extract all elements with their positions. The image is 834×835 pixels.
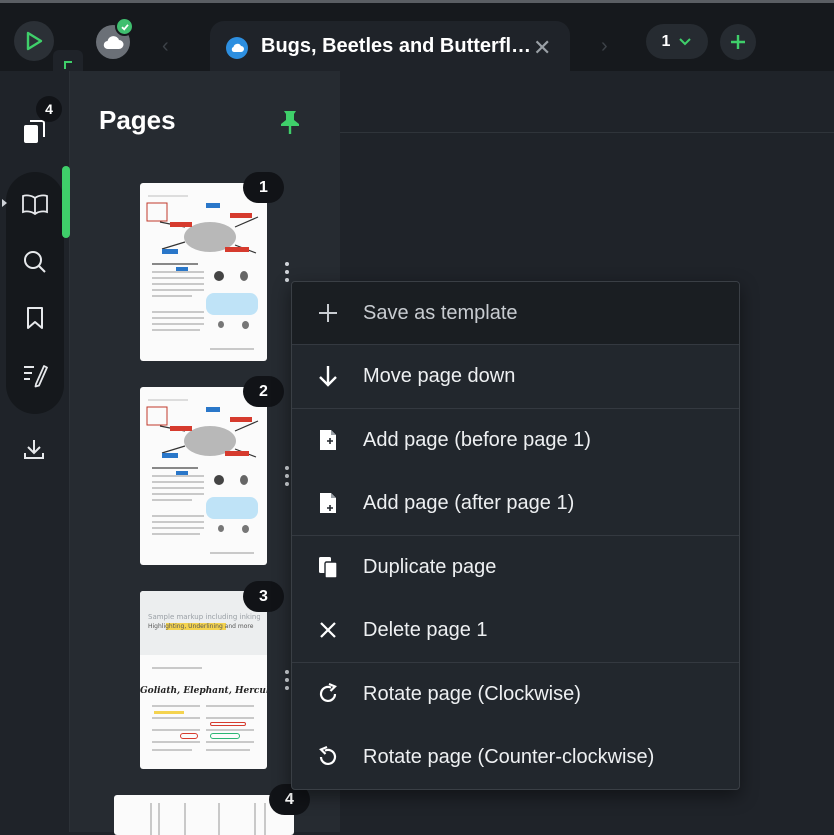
- sync-ok-check-icon: [115, 17, 134, 36]
- tab-scroll-left-icon[interactable]: ‹: [162, 35, 169, 58]
- corner-icon: [64, 61, 72, 69]
- menu-item-add-page-after[interactable]: Add page (after page 1): [292, 472, 739, 534]
- bookmark-icon: [27, 307, 43, 329]
- toolbar-divider: [340, 132, 834, 133]
- read-mode-button[interactable]: [6, 184, 64, 224]
- tab-cloud-icon: [226, 37, 248, 59]
- download-icon: [24, 440, 44, 459]
- close-icon: [314, 616, 342, 644]
- rotate-clockwise-icon: [314, 680, 342, 708]
- page-thumbnail-1[interactable]: [140, 183, 267, 361]
- beetle-image: [214, 475, 224, 485]
- beetle-diagram-image: [146, 406, 259, 476]
- ink-circle: [210, 722, 246, 726]
- page-thumbnail-4[interactable]: [114, 795, 294, 835]
- thumbnail-top-line: Sample markup including inking: [148, 613, 260, 621]
- add-page-before-icon: [314, 426, 342, 454]
- menu-item-label: Save as template: [363, 301, 518, 324]
- page-options-kebab-icon[interactable]: [283, 670, 291, 690]
- thumbnail-tags: Highlighting, Underlining and more: [148, 623, 254, 630]
- play-logo-icon: [26, 31, 43, 51]
- bookmarks-button[interactable]: [6, 298, 64, 338]
- menu-item-label: Rotate page (Clockwise): [363, 682, 581, 705]
- download-button[interactable]: [14, 429, 54, 469]
- pages-icon: [24, 120, 45, 143]
- page-number-badge: 2: [243, 376, 284, 407]
- menu-item-label: Rotate page (Counter-clockwise): [363, 745, 655, 768]
- beetle-image: [218, 321, 224, 328]
- list-pen-icon: [24, 365, 48, 388]
- pages-count-badge: 4: [36, 96, 62, 122]
- highlight-mark: [154, 711, 184, 714]
- plus-icon: [731, 35, 745, 49]
- thumbnail-heading: Goliath, Elephant, Hercules: [140, 686, 267, 696]
- annotations-button[interactable]: [6, 355, 64, 395]
- cloud-icon: [103, 36, 124, 50]
- beetle-image: [240, 271, 248, 281]
- page-options-kebab-icon[interactable]: [283, 262, 291, 282]
- left-toolbar: 4: [0, 71, 70, 832]
- tab-scroll-right-icon[interactable]: ›: [601, 35, 608, 58]
- menu-item-label: Duplicate page: [363, 555, 497, 578]
- page-number-badge: 1: [243, 172, 284, 203]
- menu-item-save-as-template[interactable]: Save as template: [292, 282, 739, 344]
- expand-caret-icon: [2, 199, 7, 207]
- panel-title: Pages: [99, 105, 176, 135]
- duplicate-icon: [314, 553, 342, 581]
- page-number-badge: 3: [243, 581, 284, 612]
- tab-title: Bugs, Beetles and Butterfl…: [261, 35, 532, 57]
- start-badge-sticker: [206, 293, 258, 315]
- menu-item-label: Add page (after page 1): [363, 491, 575, 514]
- ink-circle: [180, 733, 198, 739]
- page-options-kebab-icon[interactable]: [283, 466, 291, 486]
- page-thumbnail-2[interactable]: [140, 387, 267, 565]
- pin-icon: [281, 111, 299, 134]
- title-bar: ‹ Bugs, Beetles and Butterfl… ✕ › 1: [0, 3, 834, 74]
- book-open-icon: [22, 194, 48, 215]
- tab-close-icon[interactable]: ✕: [533, 35, 551, 61]
- plus-icon: [314, 299, 342, 327]
- document-tab[interactable]: Bugs, Beetles and Butterfl… ✕: [210, 21, 570, 74]
- tab-count: 1: [661, 32, 671, 50]
- search-button[interactable]: [6, 242, 64, 282]
- menu-item-label: Add page (before page 1): [363, 428, 591, 451]
- tab-count-dropdown[interactable]: 1: [646, 24, 708, 59]
- beetle-image: [214, 271, 224, 281]
- menu-item-rotate-clockwise[interactable]: Rotate page (Clockwise): [292, 663, 739, 725]
- ink-circle: [210, 733, 240, 739]
- menu-item-rotate-counter-clockwise[interactable]: Rotate page (Counter-clockwise): [292, 726, 739, 788]
- menu-item-move-page-down[interactable]: Move page down: [292, 345, 739, 407]
- menu-item-label: Move page down: [363, 364, 516, 387]
- beetle-image: [242, 321, 249, 329]
- beetle-image: [242, 525, 249, 533]
- new-tab-button[interactable]: [720, 24, 756, 60]
- menu-item-delete-page[interactable]: Delete page 1: [292, 599, 739, 661]
- beetle-diagram-image: [146, 202, 259, 272]
- arrow-down-icon: [314, 362, 342, 390]
- menu-item-duplicate-page[interactable]: Duplicate page: [292, 536, 739, 598]
- beetle-image: [218, 525, 224, 532]
- start-badge-sticker: [206, 497, 258, 519]
- tool-group: [6, 172, 64, 414]
- pin-panel-button[interactable]: [276, 107, 304, 137]
- beetle-image: [240, 475, 248, 485]
- app-logo-button[interactable]: [14, 21, 54, 61]
- rotate-counterclockwise-icon: [314, 743, 342, 771]
- search-icon: [24, 251, 46, 273]
- add-page-after-icon: [314, 489, 342, 517]
- menu-item-label: Delete page 1: [363, 618, 488, 641]
- chevron-down-icon: [679, 37, 692, 45]
- page-thumbnail-3[interactable]: Sample markup including inking Highlight…: [140, 591, 267, 769]
- page-context-menu: Save as template Move page down Add page…: [291, 281, 740, 790]
- menu-item-add-page-before[interactable]: Add page (before page 1): [292, 409, 739, 471]
- active-page-indicator: [62, 166, 70, 238]
